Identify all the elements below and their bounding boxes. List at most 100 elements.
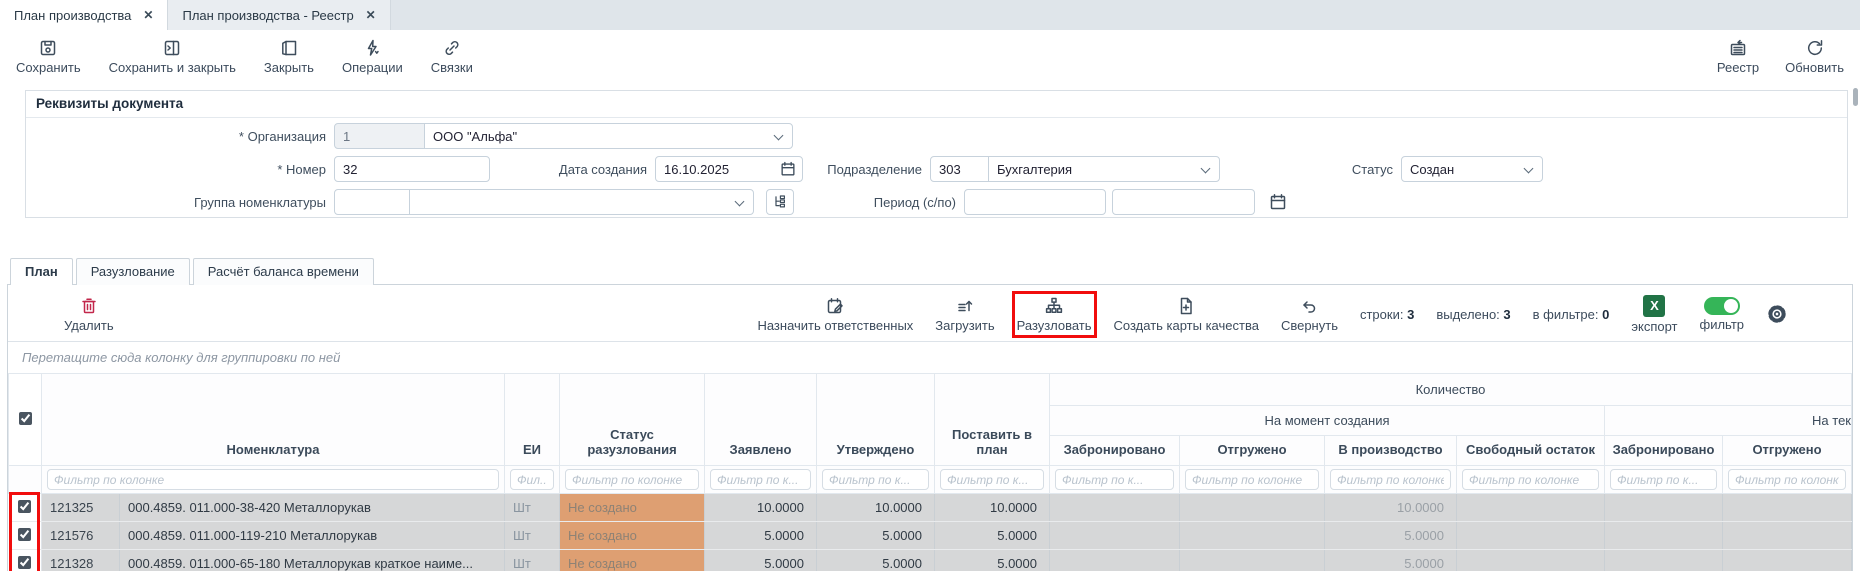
filter-toggle[interactable]: фильтр [1700, 297, 1744, 332]
assign-responsible-button[interactable]: Назначить ответственных [757, 296, 913, 333]
hierarchy-icon [1044, 296, 1064, 316]
col-header-to-plan[interactable]: Поставить в план [935, 374, 1050, 466]
tab-explosion[interactable]: Разузлование [76, 258, 190, 285]
undo-icon [1299, 296, 1319, 316]
registry-button[interactable]: Реестр [1717, 38, 1759, 75]
row-free-rest [1457, 494, 1605, 522]
row-approved: 5.0000 [817, 550, 935, 571]
links-button[interactable]: Связки [431, 38, 473, 75]
department-code-input[interactable] [930, 156, 989, 182]
filter-cell [705, 466, 817, 494]
app-tabbar: План производства ✕ План производства - … [0, 0, 1860, 30]
filter-input-unit[interactable] [510, 469, 554, 490]
filter-input-nomenclature[interactable] [47, 469, 499, 490]
col-header-shipped-2[interactable]: Отгружено [1723, 436, 1852, 466]
col-header-in-production[interactable]: В производство [1325, 436, 1457, 466]
table-row[interactable]: 121325 000.4859. 011.000-38-420 Металлор… [9, 494, 1852, 522]
calendar-icon[interactable] [779, 160, 797, 178]
gear-icon[interactable] [1766, 303, 1788, 325]
row-in-production: 10.0000 [1325, 494, 1457, 522]
scrollbar-thumb[interactable] [1853, 88, 1858, 106]
col-header-unit[interactable]: ЕИ [505, 374, 560, 466]
filter-input-requested[interactable] [710, 469, 811, 490]
filter-input-reserved-1[interactable] [1055, 469, 1174, 490]
tree-select-button[interactable] [766, 189, 794, 215]
tab-time-balance[interactable]: Расчёт баланса времени [193, 258, 374, 285]
col-header-reserved-2[interactable]: Забронировано [1605, 436, 1723, 466]
organization-code-input[interactable] [334, 123, 425, 149]
filter-input-reserved-2[interactable] [1610, 469, 1717, 490]
save-and-close-button[interactable]: Сохранить и закрыть [109, 38, 236, 75]
delete-button[interactable]: Удалить [64, 296, 114, 333]
app-tab-plan[interactable]: План производства ✕ [0, 0, 168, 30]
filter-input-shipped-1[interactable] [1185, 469, 1319, 490]
app-tab-registry[interactable]: План производства - Реестр ✕ [168, 0, 390, 30]
filter-cell [817, 466, 935, 494]
plan-grid-panel: Удалить Назначить ответственных Загрузит… [7, 284, 1853, 571]
save-button[interactable]: Сохранить [16, 38, 81, 75]
department-value: Бухгалтерия [997, 162, 1072, 177]
row-select-cell [9, 550, 42, 571]
col-header-nomenclature[interactable]: Номенклатура [42, 374, 505, 466]
department-label: Подразделение [803, 162, 930, 177]
col-header-reserved-1[interactable]: Забронировано [1050, 436, 1180, 466]
col-header-approved[interactable]: Утверждено [817, 374, 935, 466]
nomenclature-group-select[interactable] [409, 189, 754, 215]
tab-plan[interactable]: План [10, 258, 73, 285]
close-button[interactable]: Закрыть [264, 38, 314, 75]
department-select[interactable]: Бухгалтерия [988, 156, 1220, 182]
filter-input-in-production[interactable] [1330, 469, 1451, 490]
col-header-requested[interactable]: Заявлено [705, 374, 817, 466]
export-button[interactable]: X экспорт [1631, 295, 1677, 334]
close-icon[interactable]: ✕ [366, 8, 376, 22]
save-and-close-label: Сохранить и закрыть [109, 60, 236, 75]
close-icon[interactable]: ✕ [143, 8, 153, 22]
row-shipped-1 [1180, 522, 1325, 550]
row-requested: 5.0000 [705, 522, 817, 550]
grouping-hint[interactable]: Перетащите сюда колонку для группировки … [8, 341, 1852, 373]
select-all-checkbox[interactable] [19, 412, 32, 425]
trash-icon [79, 296, 99, 316]
filter-input-to-plan[interactable] [940, 469, 1044, 490]
number-input[interactable] [334, 156, 490, 182]
operations-label: Операции [342, 60, 403, 75]
period-calendar-button[interactable] [1264, 189, 1292, 215]
grid-toolbar: Удалить Назначить ответственных Загрузит… [8, 285, 1852, 341]
col-header-shipped-1[interactable]: Отгружено [1180, 436, 1325, 466]
filter-toggle-label: фильтр [1700, 317, 1744, 332]
collapse-button[interactable]: Свернуть [1281, 296, 1338, 333]
row-checkbox[interactable] [18, 500, 31, 513]
filter-input-shipped-2[interactable] [1728, 469, 1846, 490]
registry-label: Реестр [1717, 60, 1759, 75]
status-select[interactable]: Создан [1401, 156, 1543, 182]
col-header-status[interactable]: Статус разузлования [560, 374, 705, 466]
tab-plan-label: План [25, 264, 58, 279]
nomenclature-group-code-input[interactable] [334, 189, 410, 215]
row-checkbox[interactable] [18, 528, 31, 541]
col-header-free-rest[interactable]: Свободный остаток [1457, 436, 1605, 466]
export-label: экспорт [1631, 319, 1677, 334]
period-from-input[interactable] [964, 189, 1106, 215]
filter-input-free-rest[interactable] [1462, 469, 1599, 490]
operations-button[interactable]: Операции [342, 38, 403, 75]
explode-button[interactable]: Разузловать [1017, 296, 1092, 333]
table-row[interactable]: 121328 000.4859. 011.000-65-180 Металлор… [9, 550, 1852, 571]
create-quality-cards-button[interactable]: Создать карты качества [1114, 296, 1259, 333]
refresh-button[interactable]: Обновить [1785, 38, 1844, 75]
filter-input-status[interactable] [565, 469, 699, 490]
row-checkbox[interactable] [18, 556, 31, 569]
main-toolbar: Сохранить Сохранить и закрыть Закрыть Оп… [0, 30, 1860, 80]
toggle-on-icon[interactable] [1704, 297, 1740, 315]
chevron-down-icon [1524, 164, 1534, 174]
rows-counter-value: 3 [1407, 307, 1414, 322]
creation-date-label: Дата создания [490, 162, 655, 177]
chain-icon [442, 38, 462, 58]
save-label: Сохранить [16, 60, 81, 75]
load-button[interactable]: Загрузить [935, 296, 994, 333]
filter-input-approved[interactable] [822, 469, 929, 490]
organization-select[interactable]: ООО "Альфа" [424, 123, 793, 149]
period-to-input[interactable] [1112, 189, 1255, 215]
table-row[interactable]: 121576 000.4859. 011.000-119-210 Металло… [9, 522, 1852, 550]
links-label: Связки [431, 60, 473, 75]
document-tabs: План Разузлование Расчёт баланса времени [10, 258, 1860, 284]
